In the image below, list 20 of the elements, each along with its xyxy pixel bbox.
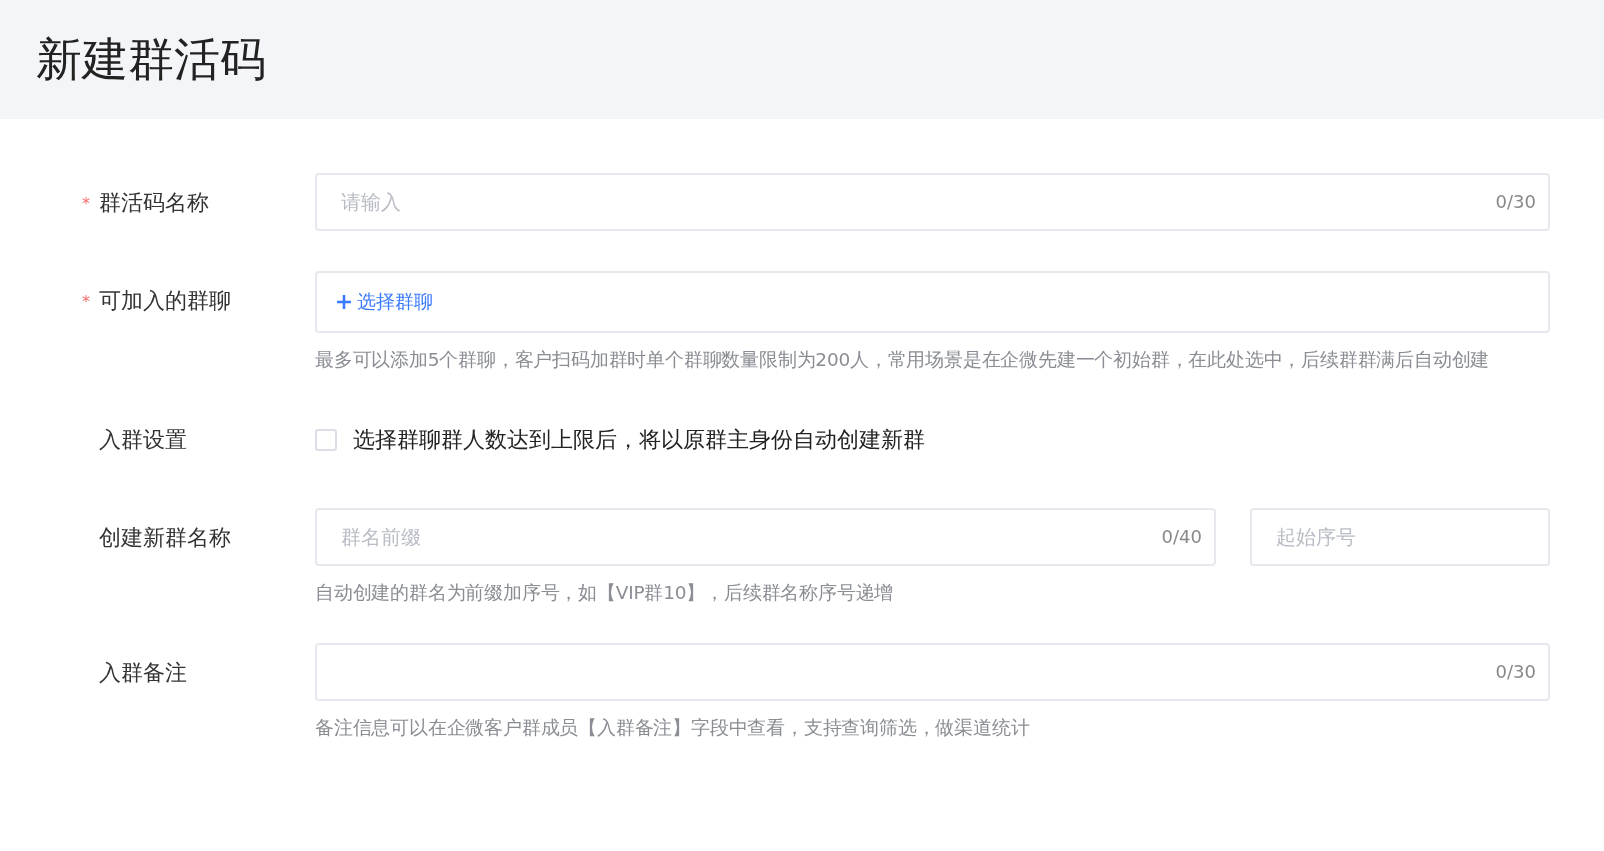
field-label: 入群备注 — [99, 659, 187, 687]
help-text: 最多可以添加5个群聊，客户扫码加群时单个群聊数量限制为200人，常用场景是在企微先建一个初始群，在此处选中，后续群群满后自动创建 — [315, 348, 1491, 372]
character-counter: 0/30 — [1495, 191, 1536, 212]
character-counter: 0/40 — [1161, 526, 1202, 547]
select-group-button[interactable]: 选择群聊 — [335, 289, 433, 315]
text-field[interactable] — [315, 643, 1550, 701]
field-label: 入群设置 — [99, 426, 187, 454]
field-label: 可加入的群聊 — [99, 287, 231, 315]
checkbox[interactable] — [315, 429, 337, 451]
required-mark: * — [82, 193, 91, 213]
plus-icon — [335, 293, 353, 311]
text-field[interactable]: 起始序号 — [1250, 508, 1550, 566]
page-title: 新建群活码 — [36, 30, 266, 88]
help-text: 自动创建的群名为前缀加序号，如【VIP群10】，后续群名称序号递增 — [315, 581, 895, 605]
field-label: 创建新群名称 — [99, 524, 231, 552]
checkbox-label: 选择群聊群人数达到上限后，将以原群主身份自动创建新群 — [353, 426, 925, 454]
required-mark: * — [82, 291, 91, 311]
character-counter: 0/30 — [1495, 661, 1536, 682]
field-label: 群活码名称 — [99, 189, 209, 217]
help-text: 备注信息可以在企微客户群成员【入群备注】字段中查看，支持查询筛选，做渠道统计 — [315, 716, 1031, 740]
